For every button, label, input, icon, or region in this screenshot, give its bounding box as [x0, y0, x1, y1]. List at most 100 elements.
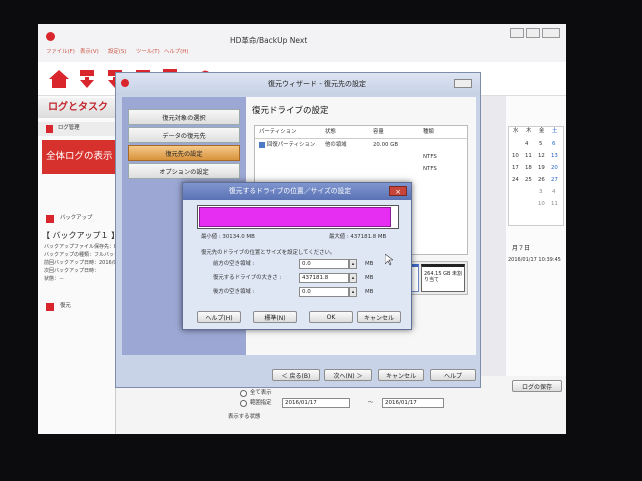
sidebar-item-restore[interactable]: 復元 [38, 300, 116, 314]
calendar-day[interactable]: 13 [551, 153, 558, 159]
calendar-day[interactable]: 12 [538, 153, 545, 159]
maximize-icon[interactable] [526, 28, 540, 38]
calendar-day[interactable]: 4 [552, 189, 555, 195]
back-button-label: ＜ 戻る(B) [281, 372, 311, 380]
range-separator: ～ [368, 400, 374, 406]
backup-item-title[interactable]: 【 バックアップ１ 】 [42, 232, 119, 240]
ok-button[interactable]: OK [309, 311, 353, 323]
drive-size-spinner[interactable]: ▴ [349, 273, 357, 283]
sidebar-item-log[interactable]: ログ管理 [38, 122, 116, 136]
calendar-day[interactable]: 10 [538, 201, 545, 207]
drive-size-label: 復元するドライブの大きさ : [213, 275, 282, 281]
calendar-day[interactable]: 19 [538, 165, 545, 171]
calendar-day[interactable]: 18 [525, 165, 532, 171]
partition-name[interactable]: 回復パーティション [267, 142, 315, 148]
backup-info-line: 状態：－ [44, 276, 65, 282]
menu-help[interactable]: ヘルプ(H) [164, 49, 188, 55]
restore-small-icon [46, 303, 54, 311]
partition-row-icon [259, 142, 265, 148]
calendar-day[interactable]: 27 [551, 177, 558, 183]
sidebar-item-log-label: ログ管理 [58, 125, 80, 131]
max-value-label: 最大値 : 437181.8 MB [329, 234, 387, 240]
calendar-day[interactable]: 24 [512, 177, 519, 183]
table-header: 種類 [423, 129, 434, 135]
wizard-step-select[interactable]: 復元対象の選択 [128, 109, 240, 125]
calendar-day[interactable]: 25 [525, 177, 532, 183]
dialog-titlebar: 復元するドライブの位置／サイズの設定 × [183, 183, 411, 200]
calendar-day[interactable]: 5 [539, 141, 542, 147]
calendar-weekday: 金 [539, 128, 545, 134]
close-icon[interactable] [542, 28, 560, 38]
wizard-help-button[interactable]: ヘルプ [430, 369, 476, 381]
menu-settings[interactable]: 設定(S) [108, 49, 126, 55]
partition-bar[interactable] [197, 205, 399, 229]
calendar-day[interactable]: 4 [525, 141, 528, 147]
app-title: HD革命/BackUp Next [230, 36, 308, 45]
menu-tools[interactable]: ツール(T) [136, 49, 160, 55]
backup-info-line: バックアップファイル保存先：D:\ [44, 244, 122, 250]
dialog-close-icon[interactable]: × [389, 186, 407, 196]
range-from-date[interactable]: 2016/01/17 [282, 398, 350, 408]
calendar-day[interactable]: 17 [512, 165, 519, 171]
display-status-label: 表示する状態 [228, 414, 261, 420]
range-to-date[interactable]: 2016/01/17 [382, 398, 444, 408]
minimize-icon[interactable] [510, 28, 524, 38]
home-icon[interactable] [48, 68, 70, 90]
disk-map-unallocated[interactable]: 264.15 GB 未割り当て [421, 264, 465, 292]
ok-button-label: OK [326, 313, 336, 321]
table-header-divider [255, 138, 467, 139]
dialog-help-button[interactable]: ヘルプ(H) [197, 311, 241, 323]
range-radio[interactable] [240, 400, 247, 407]
partition-type: NTFS [423, 166, 437, 172]
wizard-step-destination[interactable]: データの復元先 [128, 127, 240, 143]
backup-small-icon [46, 215, 54, 223]
table-header: パーティション [259, 129, 297, 135]
calendar-day[interactable]: 3 [539, 189, 542, 195]
calendar-day[interactable]: 11 [525, 153, 532, 159]
wizard-step-settings[interactable]: 復元先の設定 [128, 145, 240, 161]
range-label: 範囲指定 [250, 400, 272, 406]
app-logo-icon [46, 32, 55, 41]
dialog-cancel-label: キャンセル [363, 314, 394, 322]
save-log-label: ログの保存 [521, 383, 552, 391]
partition-state: 他の領域 [325, 142, 347, 148]
next-button[interactable]: 次へ(N) ＞ [324, 369, 372, 381]
title-menu-bar: HD革命/BackUp Next ファイル(F) 表示(V) 設定(S) ツール… [38, 24, 566, 62]
sidebar: ログとタスク ログ管理 全体ログの表示 バックアップ 【 バックアップ１ 】 バ… [38, 96, 134, 434]
sidebar-item-backup[interactable]: バックアップ [38, 212, 116, 226]
menu-file[interactable]: ファイル(F) [46, 49, 75, 55]
wizard-close-icon[interactable] [454, 79, 472, 88]
dialog-instruction: 復元先のドライブの位置とサイズを設定してください。 [201, 250, 336, 256]
back-space-input[interactable]: 0.0 [299, 287, 349, 297]
calendar-grid: 水 木 金 土 4 5 6 10 11 12 13 17 18 19 20 24… [508, 126, 564, 226]
drive-size-unit: MB [365, 275, 374, 281]
dialog-cancel-button[interactable]: キャンセル [357, 311, 401, 323]
wizard-cancel-button[interactable]: キャンセル [378, 369, 424, 381]
log-view-highlight[interactable]: 全体ログの表示 [42, 140, 116, 174]
show-all-radio[interactable] [240, 390, 247, 397]
wizard-cancel-label: キャンセル [385, 372, 416, 380]
calendar-day[interactable]: 11 [551, 201, 558, 207]
back-space-label: 後方の空き領域 : [213, 289, 255, 295]
wizard-step-options[interactable]: オプションの設定 [128, 163, 240, 179]
calendar-day[interactable]: 26 [538, 177, 545, 183]
back-space-unit: MB [365, 289, 374, 295]
calendar-day[interactable]: 20 [551, 165, 558, 171]
back-space-spinner[interactable]: ▴ [349, 287, 357, 297]
sidebar-item-restore-label: 復元 [60, 303, 71, 309]
calendar-day[interactable]: 10 [512, 153, 519, 159]
backup-arrow-icon[interactable] [78, 68, 96, 90]
back-button[interactable]: ＜ 戻る(B) [272, 369, 320, 381]
menu-view[interactable]: 表示(V) [80, 49, 99, 55]
drive-size-input[interactable]: 437181.8 [299, 273, 349, 283]
front-space-input[interactable]: 0.0 [299, 259, 349, 269]
partition-type: NTFS [423, 154, 437, 160]
calendar-day[interactable]: 6 [552, 141, 555, 147]
partition-bar-fill[interactable] [199, 207, 391, 227]
mouse-cursor-icon [385, 254, 393, 266]
drive-size-value: 437181.8 [302, 275, 329, 281]
standard-button[interactable]: 標準(N) [253, 311, 297, 323]
next-button-label: 次へ(N) ＞ [333, 372, 363, 380]
save-log-button[interactable]: ログの保存 [512, 380, 562, 392]
front-space-spinner[interactable]: ▴ [349, 259, 357, 269]
